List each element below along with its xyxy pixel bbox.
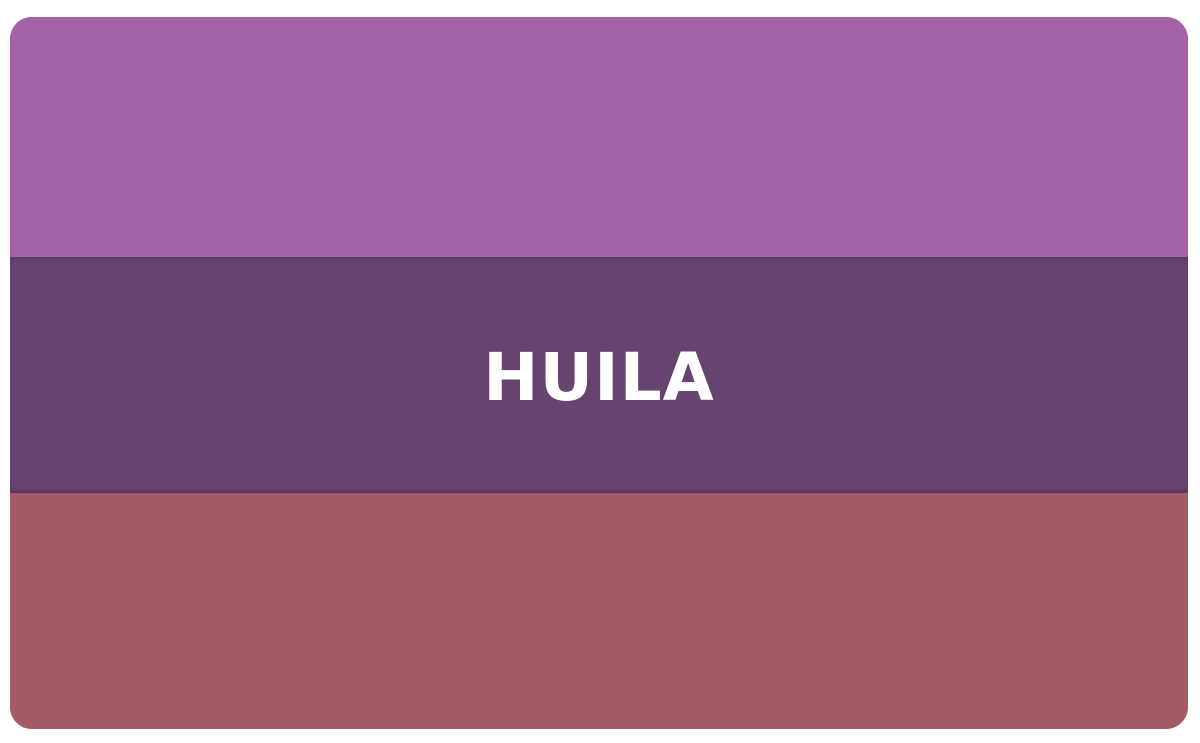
region-title: HUILA [483,339,715,416]
middle-stripe: HUILA [10,257,1188,493]
top-stripe [10,17,1188,257]
bottom-stripe [10,493,1188,729]
region-banner-card: HUILA [10,17,1188,729]
